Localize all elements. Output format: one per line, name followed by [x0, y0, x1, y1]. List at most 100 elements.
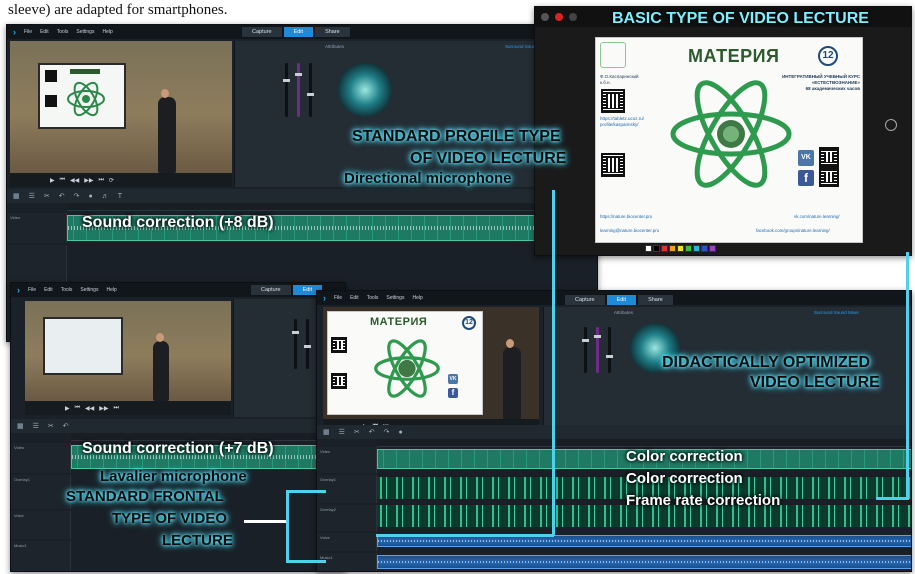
record-icon[interactable]: ● — [399, 429, 403, 436]
rewind-icon[interactable]: ◀◀ — [85, 405, 94, 412]
repeat-icon[interactable]: ⟳ — [109, 177, 114, 184]
connector-line — [552, 190, 555, 536]
panel-tab-attributes[interactable]: Attributes — [325, 44, 344, 49]
stop-icon[interactable] — [541, 13, 549, 21]
color-swatch[interactable] — [653, 245, 660, 252]
tab-edit[interactable]: Edit — [283, 27, 314, 37]
level-slider[interactable] — [304, 319, 311, 369]
undo-icon[interactable]: ↶ — [59, 192, 65, 200]
storyboard-icon[interactable]: ▦ — [13, 192, 20, 200]
lecture-slide-large: МАТЕРИЯ 12 Ф.О.Каспаринский к.б.н. https… — [595, 37, 863, 243]
timeline-toolbar-2: ▦ ☰ ✂ ↶ — [11, 419, 345, 433]
tab-capture[interactable]: Capture — [242, 27, 282, 37]
color-swatch[interactable] — [645, 245, 652, 252]
color-swatch[interactable] — [701, 245, 708, 252]
waveform — [378, 560, 911, 564]
scissors-icon[interactable]: ✂ — [48, 422, 54, 430]
volume-slider[interactable] — [582, 327, 589, 373]
rewind-icon[interactable]: ◀◀ — [70, 177, 79, 184]
color-swatch[interactable] — [661, 245, 668, 252]
storyboard-icon[interactable]: ▦ — [17, 422, 24, 430]
connector-line — [286, 490, 289, 562]
color-swatch[interactable] — [669, 245, 676, 252]
level-slider[interactable] — [307, 63, 314, 117]
label-directional-mic: Directional microphone — [344, 170, 512, 187]
menu-settings[interactable]: Settings — [386, 295, 404, 301]
menu-tools[interactable]: Tools — [57, 29, 69, 35]
title-icon[interactable]: T — [118, 193, 122, 200]
undo-icon[interactable]: ↶ — [369, 428, 375, 436]
play-icon[interactable]: ▶ — [50, 177, 55, 184]
balance-slider[interactable] — [295, 63, 302, 117]
tab-capture[interactable]: Capture — [565, 295, 605, 305]
menu-help[interactable]: Help — [102, 29, 112, 35]
track-label-video: Video — [320, 449, 331, 454]
menu-file[interactable]: File — [334, 295, 342, 301]
menu-edit[interactable]: Edit — [44, 287, 53, 293]
menu-settings[interactable]: Settings — [76, 29, 94, 35]
label-standard-profile-1: STANDARD PROFILE TYPE — [352, 128, 561, 145]
storyboard-icon[interactable]: ▦ — [323, 428, 330, 436]
menu-edit[interactable]: Edit — [350, 295, 359, 301]
menu-settings[interactable]: Settings — [80, 287, 98, 293]
record-icon[interactable] — [555, 13, 563, 21]
level-slider[interactable] — [606, 327, 613, 373]
scissors-icon[interactable]: ✂ — [44, 192, 50, 200]
qr-code-icon-4 — [819, 167, 839, 187]
panel-tab-mixer[interactable]: Surround Sound Mixer — [814, 310, 859, 315]
track-header-video: Video — [7, 213, 67, 243]
lecturer-figure — [153, 333, 169, 401]
qr-caption: https://tabletz.ucoz.ru/ profile/kaspari… — [600, 116, 645, 127]
forward-icon[interactable]: ▶▶ — [99, 405, 108, 412]
tab-share[interactable]: Share — [315, 27, 350, 37]
menu-tools[interactable]: Tools — [367, 295, 379, 301]
connector-line — [876, 497, 908, 500]
editor-window-bottom: › File Edit Tools Settings Help Capture … — [10, 282, 346, 572]
next-icon[interactable]: ⏭ — [99, 177, 104, 184]
color-swatch[interactable] — [709, 245, 716, 252]
prev-icon[interactable]: ⏮ — [60, 177, 65, 184]
undo-icon[interactable]: ↶ — [63, 422, 69, 430]
menu-edit[interactable]: Edit — [40, 29, 49, 35]
tab-edit[interactable]: Edit — [606, 295, 637, 305]
timeline-icon[interactable]: ☰ — [33, 422, 39, 430]
timeline-icon[interactable]: ☰ — [339, 428, 345, 436]
color-swatch[interactable] — [677, 245, 684, 252]
balance-slider[interactable] — [594, 327, 601, 373]
connector-line — [376, 534, 554, 537]
menu-tools[interactable]: Tools — [61, 287, 73, 293]
volume-slider[interactable] — [292, 319, 299, 369]
label-standard-profile-2: OF VIDEO LECTURE — [410, 150, 567, 167]
forward-icon[interactable]: ▶▶ — [84, 177, 93, 184]
menu-help[interactable]: Help — [106, 287, 116, 293]
color-swatch[interactable] — [685, 245, 692, 252]
connector-line — [906, 252, 909, 500]
timeline-icon[interactable]: ☰ — [29, 192, 35, 200]
menu-help[interactable]: Help — [412, 295, 422, 301]
music-clip[interactable] — [377, 555, 911, 569]
timeline-toolbar-3: ▦ ☰ ✂ ↶ ↷ ● — [317, 425, 911, 439]
surround-mixer-knob[interactable] — [338, 63, 392, 117]
menu-file[interactable]: File — [28, 287, 36, 293]
play-icon[interactable] — [569, 13, 577, 21]
next-icon[interactable]: ⏭ — [114, 405, 119, 412]
scissors-icon[interactable]: ✂ — [354, 428, 360, 436]
color-swatch[interactable] — [693, 245, 700, 252]
tab-share[interactable]: Share — [638, 295, 673, 305]
mode-tabs-3: Capture Edit Share — [565, 295, 673, 305]
next-slide-icon[interactable] — [885, 119, 897, 131]
volume-slider[interactable] — [283, 63, 290, 117]
redo-icon[interactable]: ↷ — [384, 428, 390, 436]
lecturer-figure — [158, 89, 176, 173]
play-icon[interactable]: ▶ — [65, 405, 70, 412]
mixer-icon[interactable]: ♬ — [102, 193, 109, 200]
video-preview-2 — [25, 301, 231, 401]
record-icon[interactable]: ● — [89, 193, 93, 200]
redo-icon[interactable]: ↷ — [74, 192, 80, 200]
label-didactic-1: DIDACTICALLY OPTIMIZED — [662, 354, 871, 371]
menu-file[interactable]: File — [24, 29, 32, 35]
facebook-icon: f — [448, 388, 458, 398]
panel-tab-attributes[interactable]: Attributes — [614, 310, 633, 315]
tab-capture[interactable]: Capture — [251, 285, 291, 295]
prev-icon[interactable]: ⏮ — [75, 405, 80, 412]
